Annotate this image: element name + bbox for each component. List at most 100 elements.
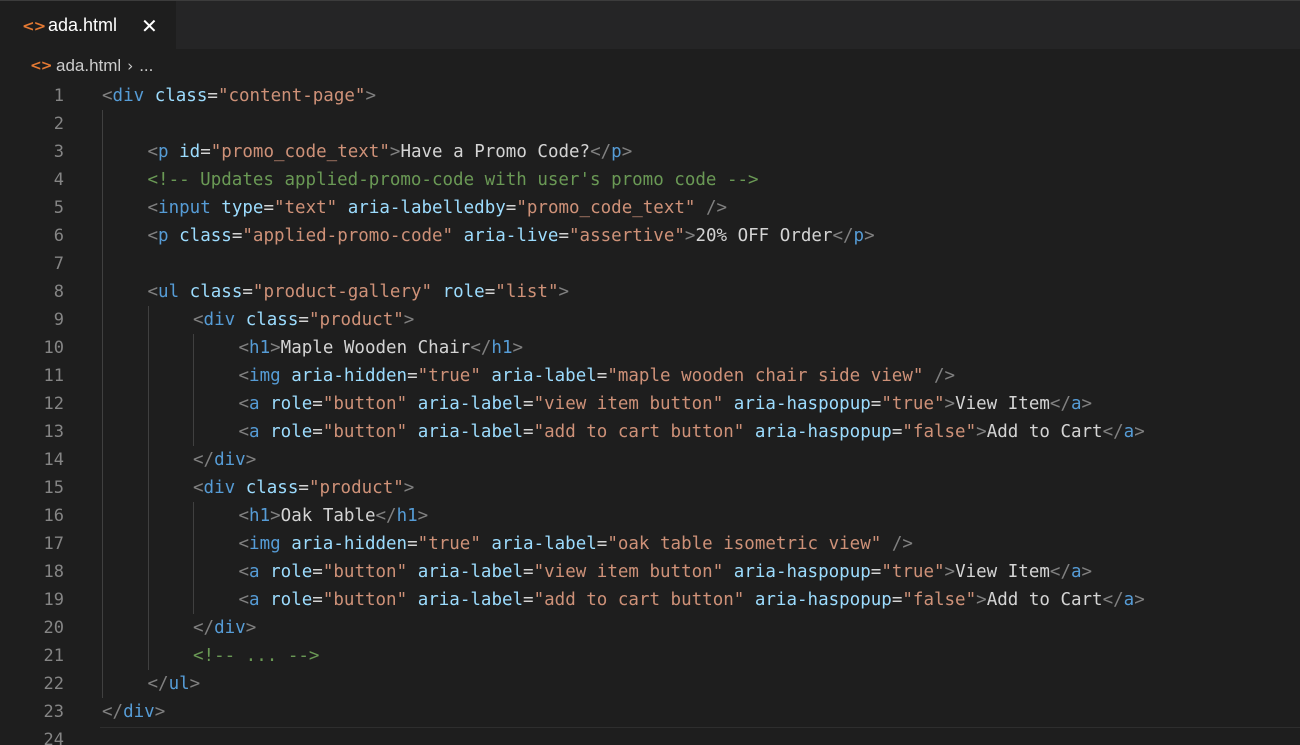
tag-name-token: div xyxy=(214,618,246,638)
code-line[interactable]: 9 <div class="product"> xyxy=(0,306,1300,334)
equals-token: = xyxy=(207,86,218,106)
tag-name-token: p xyxy=(611,142,622,162)
line-number: 1 xyxy=(53,86,64,106)
code-line[interactable]: 4 <!-- Updates applied-promo-code with us… xyxy=(0,166,1300,194)
code-line[interactable]: 2 xyxy=(0,110,1300,138)
bracket-token: </ xyxy=(1049,394,1071,414)
equals-token: = xyxy=(298,478,309,498)
code-line[interactable]: 16 <h1>Oak Table</h1> xyxy=(0,502,1300,530)
line-number: 8 xyxy=(53,282,64,302)
attribute-value-token: "view item button" xyxy=(533,394,724,414)
line-number: 2 xyxy=(53,114,64,134)
text-token: Add to Cart xyxy=(986,590,1103,610)
attribute-name-token: aria-labelledby xyxy=(347,198,506,218)
indent-guide xyxy=(102,110,103,138)
attribute-name-token: role xyxy=(442,282,485,302)
breadcrumb-more[interactable]: ... xyxy=(139,56,153,76)
code-line[interactable]: 15 <div class="product"> xyxy=(0,474,1300,502)
line-number: 11 xyxy=(43,366,64,386)
text-token: Oak Table xyxy=(280,506,376,526)
code-content: <input type="text" aria-labelledby="prom… xyxy=(148,194,728,222)
tag-name-token: a xyxy=(1123,422,1135,442)
code-line[interactable]: 20 </div> xyxy=(0,614,1300,642)
equals-token: = xyxy=(523,394,534,414)
bracket-token: > xyxy=(189,674,201,694)
code-content: <p id="promo_code_text">Have a Promo Cod… xyxy=(148,138,633,166)
tag-name-token: p xyxy=(853,226,865,246)
line-number: 13 xyxy=(43,422,64,442)
code-line[interactable]: 18 <a role="button" aria-label="view item… xyxy=(0,558,1300,586)
code-content: </div> xyxy=(193,446,256,474)
bracket-token: > xyxy=(1081,394,1093,414)
attribute-value-token: "false" xyxy=(902,590,977,610)
bracket-token: > xyxy=(1081,562,1093,582)
code-content: <h1>Maple Wooden Chair</h1> xyxy=(239,334,524,362)
code-line[interactable]: 19 <a role="button" aria-label="add to ca… xyxy=(0,586,1300,614)
breadcrumb-file[interactable]: ada.html xyxy=(56,56,121,76)
equals-token: = xyxy=(263,198,274,218)
tag-name-token: p xyxy=(158,226,169,246)
tab-label: ada.html xyxy=(48,15,118,35)
code-line[interactable]: 14 </div> xyxy=(0,446,1300,474)
code-line[interactable]: 11 <img aria-hidden="true" aria-label="ma… xyxy=(0,362,1300,390)
attribute-name-token: type xyxy=(221,198,264,218)
bracket-token: < xyxy=(147,198,159,218)
code-line[interactable]: 23 </div> xyxy=(0,698,1300,726)
code-line[interactable]: 8 <ul class="product-gallery" role="list"… xyxy=(0,278,1300,306)
code-line[interactable]: 24 xyxy=(0,726,1300,745)
close-icon[interactable]: ✕ xyxy=(141,14,158,38)
tab-ada-html[interactable]: <> ada.html ✕ xyxy=(0,1,176,50)
attribute-value-token: "button" xyxy=(322,590,408,610)
equals-token: = xyxy=(312,590,323,610)
code-line[interactable]: 13 <a role="button" aria-label="add to ca… xyxy=(0,418,1300,446)
code-line[interactable]: 12 <a role="button" aria-label="view item… xyxy=(0,390,1300,418)
code-editor[interactable]: 1 <div class="content-page"> 2 3 <p id="prom… xyxy=(0,82,1300,745)
attribute-value-token: "add to cart button" xyxy=(533,590,745,610)
bracket-token: </ xyxy=(590,142,612,162)
equals-token: = xyxy=(312,562,323,582)
equals-token: = xyxy=(407,366,418,386)
code-line[interactable]: 1 <div class="content-page"> xyxy=(0,82,1300,110)
attribute-name-token: aria-haspopup xyxy=(754,422,892,442)
tag-name-token: div xyxy=(112,86,145,106)
line-number: 6 xyxy=(53,226,64,246)
bracket-token: < xyxy=(238,590,250,610)
attribute-value-token: "product" xyxy=(308,310,404,330)
bracket-token: > xyxy=(403,310,415,330)
line-number: 3 xyxy=(53,142,64,162)
equals-token: = xyxy=(891,422,903,442)
code-line[interactable]: 10 <h1>Maple Wooden Chair</h1> xyxy=(0,334,1300,362)
text-token: Add to Cart xyxy=(986,422,1103,442)
bracket-token: < xyxy=(238,506,250,526)
bracket-token: > xyxy=(944,562,956,582)
code-line[interactable]: 6 <p class="applied-promo-code" aria-live… xyxy=(0,222,1300,250)
bracket-token: > xyxy=(864,226,875,246)
code-content: <ul class="product-gallery" role="list"> xyxy=(148,278,570,306)
code-line[interactable]: 22 </ul> xyxy=(0,670,1300,698)
bracket-token: > xyxy=(944,394,956,414)
code-line[interactable]: 3 <p id="promo_code_text">Have a Promo Co… xyxy=(0,138,1300,166)
attribute-value-token: "list" xyxy=(495,282,559,302)
bracket-token: < xyxy=(193,310,204,330)
code-line[interactable]: 21 <!-- ... --> xyxy=(0,642,1300,670)
bracket-token: > xyxy=(245,450,257,470)
indent-guide xyxy=(193,502,194,614)
code-content: <img aria-hidden="true" aria-label="mapl… xyxy=(239,362,956,390)
code-line[interactable]: 17 <img aria-hidden="true" aria-label="oa… xyxy=(0,530,1300,558)
bracket-token: > xyxy=(365,86,376,106)
code-line[interactable]: 5 <input type="text" aria-labelledby="pro… xyxy=(0,194,1300,222)
bracket-token: < xyxy=(193,478,204,498)
code-line[interactable]: 7 xyxy=(0,250,1300,278)
bracket-token: < xyxy=(238,366,250,386)
bracket-token: < xyxy=(102,86,113,106)
equals-token: = xyxy=(312,394,323,414)
